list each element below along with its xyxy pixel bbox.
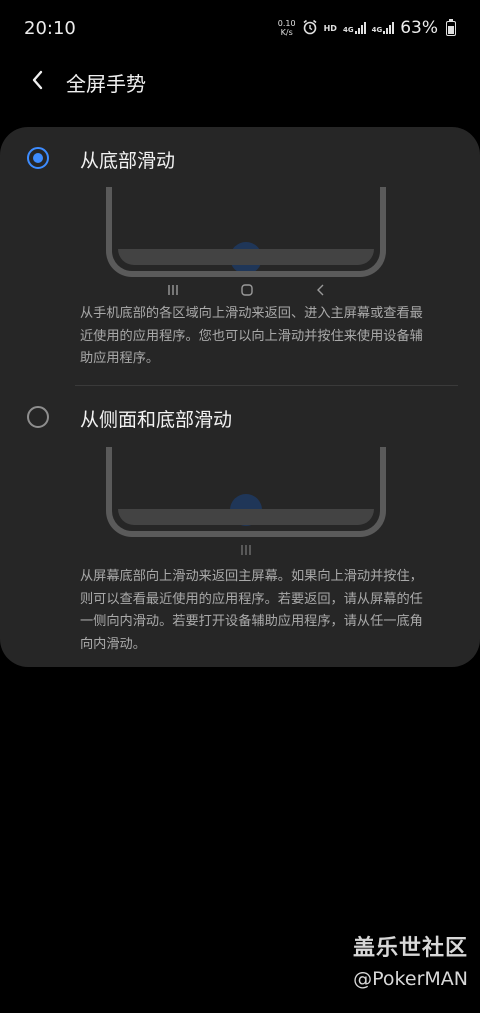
recents-key-icon [166, 283, 180, 301]
back-key-icon [314, 283, 328, 301]
option-description: 从屏幕底部向上滑动来返回主屏幕。如果向上滑动并按住，则可以查看最近使用的应用程序… [80, 569, 423, 652]
network-speed-unit: K/s [280, 28, 293, 37]
watermark: 盖乐世社区 @PokerMAN [353, 930, 468, 990]
network-type-label: 4G [342, 26, 354, 34]
page-title: 全屏手势 [66, 72, 146, 96]
app-header: 全屏手势 [0, 58, 480, 104]
radio-button-selected[interactable] [27, 147, 49, 169]
gesture-hint-icon [239, 543, 253, 561]
battery-icon [446, 18, 456, 36]
option-swipe-from-sides-and-bottom[interactable]: 从侧面和底部滑动 从屏幕底部向上滑动来返回主屏幕。如果向上滑动并按住，则可以查看… [0, 386, 480, 667]
nav-keys [106, 543, 386, 559]
status-time: 20:10 [24, 18, 76, 39]
network-speed: 0.10 K/s [278, 19, 296, 37]
nav-keys [106, 283, 386, 299]
watermark-user: @PokerMAN [353, 968, 468, 990]
gesture-illustration [106, 447, 386, 562]
phone-nav-area [118, 249, 374, 265]
alarm-icon [302, 19, 318, 38]
gesture-options-card: 从底部滑动 从手机底部的各区域向上滑动来返回、进入主屏幕或查看最近使用的应用程序… [0, 127, 480, 667]
watermark-title: 盖乐世社区 [352, 936, 468, 961]
home-key-icon [240, 283, 254, 301]
status-bar: 20:10 0.10 K/s HD 4G 4G 63% [0, 0, 480, 58]
phone-nav-area [118, 509, 374, 525]
option-title: 从侧面和底部滑动 [80, 409, 233, 431]
option-swipe-from-bottom[interactable]: 从底部滑动 从手机底部的各区域向上滑动来返回、进入主屏幕或查看最近使用的应用程序… [0, 127, 480, 385]
gesture-illustration [106, 187, 386, 302]
chevron-left-icon[interactable] [26, 68, 50, 92]
network-speed-value: 0.10 [277, 19, 296, 28]
network-type-label: 4G [371, 26, 383, 34]
signal-icon: 4G [343, 22, 366, 34]
battery-percent: 63% [400, 18, 438, 38]
phone-outline [106, 447, 386, 537]
signal-icon: 4G [372, 22, 395, 34]
radio-button-unselected[interactable] [27, 406, 49, 428]
hd-label: HD [323, 23, 337, 33]
option-description: 从手机底部的各区域向上滑动来返回、进入主屏幕或查看最近使用的应用程序。您也可以向… [80, 306, 423, 366]
phone-outline [106, 187, 386, 277]
option-title: 从底部滑动 [80, 150, 176, 172]
status-icons: 0.10 K/s HD 4G 4G 63% [278, 18, 456, 38]
